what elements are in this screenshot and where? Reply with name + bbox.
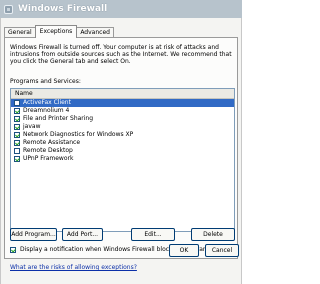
program-checkbox[interactable] xyxy=(14,116,20,122)
firewall-dialog: General Exceptions Advanced Windows Fire… xyxy=(0,18,242,284)
program-row[interactable]: Dreamnolium 4 xyxy=(11,107,234,115)
delete-button[interactable]: Delete xyxy=(191,228,235,241)
program-checkbox[interactable] xyxy=(14,108,20,114)
firewall-icon xyxy=(4,4,13,14)
program-row[interactable]: javaw xyxy=(11,123,234,131)
tab-strip: General Exceptions Advanced xyxy=(4,25,114,38)
program-label: javaw xyxy=(23,123,41,130)
program-checkbox[interactable] xyxy=(14,140,20,146)
risks-link[interactable]: What are the risks of allowing exception… xyxy=(10,264,137,271)
programs-rows: ActiveFax Client Dreamnolium 4 File and Pr… xyxy=(11,99,234,163)
program-checkbox[interactable] xyxy=(14,124,20,130)
program-label: ActiveFax Client xyxy=(23,99,71,106)
program-label: Remote Assistance xyxy=(23,139,81,146)
program-row[interactable]: ActiveFax Client xyxy=(11,99,234,107)
program-row[interactable]: Remote Desktop xyxy=(11,147,234,155)
program-checkbox[interactable] xyxy=(14,156,20,162)
cancel-button[interactable]: Cancel xyxy=(205,244,239,257)
title-bar: Windows Firewall xyxy=(0,0,242,18)
program-label: File and Printer Sharing xyxy=(23,115,94,122)
add-port-button[interactable]: Add Port... xyxy=(62,228,103,241)
ok-button[interactable]: OK xyxy=(169,244,199,257)
program-checkbox[interactable] xyxy=(14,100,20,106)
program-checkbox[interactable] xyxy=(14,148,20,154)
program-label: Dreamnolium 4 xyxy=(23,107,70,114)
program-label: UPnP Framework xyxy=(23,155,74,162)
program-row[interactable]: File and Printer Sharing xyxy=(11,115,234,123)
program-row[interactable]: Network Diagnostics for Windows XP xyxy=(11,131,234,139)
program-row[interactable]: Remote Assistance xyxy=(11,139,234,147)
program-label: Remote Desktop xyxy=(23,147,73,154)
program-row[interactable]: UPnP Framework xyxy=(11,155,234,163)
edit-button[interactable]: Edit... xyxy=(131,228,175,241)
tab-exceptions[interactable]: Exceptions xyxy=(34,25,78,38)
name-column-header[interactable]: Name xyxy=(11,89,234,99)
programs-list[interactable]: Name ActiveFax Client Dreamnolium 4 File a… xyxy=(10,88,235,232)
programs-label: Programs and Services: xyxy=(10,78,81,85)
program-label: Network Diagnostics for Windows XP xyxy=(23,131,134,138)
window-title: Windows Firewall xyxy=(18,4,108,14)
firewall-off-warning: Windows Firewall is turned off. Your com… xyxy=(10,44,232,65)
add-program-button[interactable]: Add Program... xyxy=(10,228,57,241)
program-checkbox[interactable] xyxy=(14,132,20,138)
notify-checkbox[interactable] xyxy=(10,246,16,253)
exceptions-panel: Windows Firewall is turned off. Your com… xyxy=(4,37,238,271)
